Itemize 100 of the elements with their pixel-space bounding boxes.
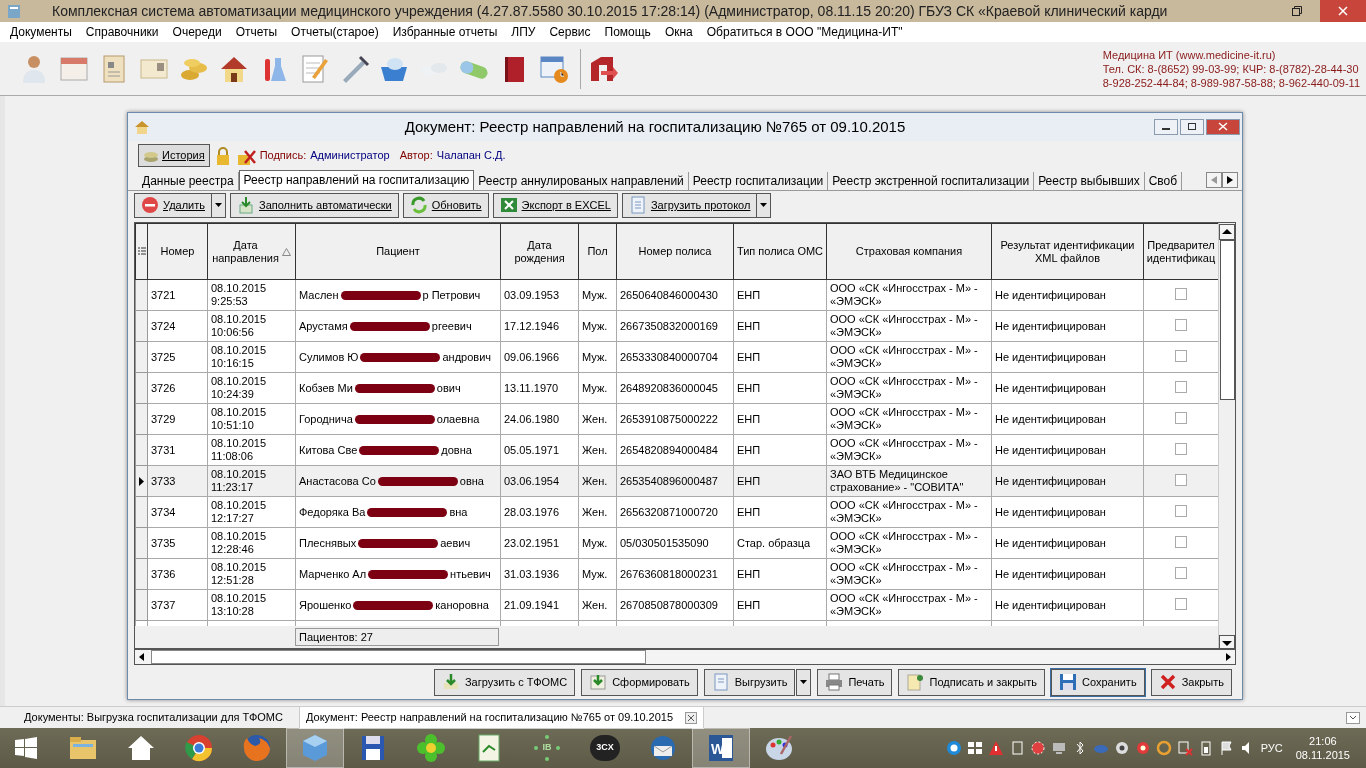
action-button[interactable]: Сохранить	[1050, 668, 1145, 696]
checkbox[interactable]	[1175, 535, 1187, 548]
menu-item[interactable]: Очереди	[165, 23, 229, 41]
language-indicator[interactable]: РУС	[1260, 739, 1283, 757]
sort-icon[interactable]	[282, 248, 291, 257]
action-button[interactable]: Печать	[817, 668, 893, 696]
action-button[interactable]: Сформировать	[581, 668, 698, 696]
windows-icon[interactable]	[966, 740, 983, 756]
monitor-icon[interactable]	[1050, 740, 1067, 756]
tab[interactable]: Реестр госпитализации	[688, 171, 829, 190]
column-header[interactable]: Пациент	[295, 223, 501, 280]
flag-icon[interactable]	[1218, 740, 1235, 756]
menu-item[interactable]: Отчеты	[228, 23, 285, 41]
menu-item[interactable]: Обратиться в ООО "Медицина-ИТ"	[699, 23, 910, 41]
menu-item[interactable]: Отчеты(старое)	[284, 23, 386, 41]
warning-icon[interactable]	[987, 740, 1004, 756]
column-header[interactable]: Тип полиса ОМС	[733, 223, 827, 280]
row-marker[interactable]	[135, 279, 148, 311]
tab[interactable]: Реестр аннулированых направлений	[474, 171, 689, 190]
menu-item[interactable]: Сервис	[542, 23, 598, 41]
dropdown-button[interactable]	[756, 192, 772, 218]
action-button[interactable]: Подписать и закрыть	[898, 668, 1045, 696]
action-button[interactable]: Выгрузить	[703, 668, 796, 696]
menu-item[interactable]: ЛПУ	[504, 23, 543, 41]
caret-icon	[760, 203, 768, 208]
checkbox[interactable]	[1175, 473, 1187, 486]
download-icon	[441, 673, 460, 692]
row-marker[interactable]	[135, 465, 148, 497]
maximize-icon	[1187, 122, 1197, 132]
tab[interactable]: Реестр экстренной госпитализации	[828, 171, 1035, 190]
checkbox[interactable]	[1175, 411, 1187, 424]
scrollbar-thumb[interactable]	[1220, 240, 1235, 401]
checkbox[interactable]	[1175, 287, 1187, 300]
action-button[interactable]: Экспорт в EXCEL	[492, 192, 618, 218]
checkbox[interactable]	[1175, 318, 1187, 331]
window-tab[interactable]: Документы: Выгрузка госпитализации для ТФОМС	[18, 707, 289, 728]
column-header[interactable]: Страховая компания	[826, 223, 992, 280]
column-chooser-icon[interactable]	[137, 247, 146, 258]
circle-icon[interactable]	[1155, 740, 1172, 756]
maximize-button[interactable]	[1180, 118, 1204, 135]
patient-name: Городнича	[299, 412, 353, 425]
globe-icon[interactable]	[945, 740, 962, 756]
row-marker[interactable]	[135, 341, 148, 373]
window-tab[interactable]: Документ: Реестр направлений на госпитализацию №765 от 09.10.2015	[298, 706, 705, 729]
menu-item[interactable]: Помощь	[597, 23, 658, 41]
windows-icon[interactable]	[14, 736, 38, 760]
row-marker[interactable]	[135, 310, 148, 342]
dropdown-button[interactable]	[796, 668, 812, 696]
menu-item[interactable]: Справочники	[78, 23, 166, 41]
menu-item[interactable]: Документы	[3, 23, 79, 41]
network-icon[interactable]	[1176, 740, 1193, 756]
menu-item[interactable]: Избранные отчеты	[385, 23, 505, 41]
close-icon[interactable]	[685, 712, 698, 725]
row-marker[interactable]	[135, 372, 148, 404]
row-marker[interactable]	[135, 527, 148, 559]
action-button[interactable]: Закрыть	[1150, 668, 1232, 696]
tab[interactable]: Реестр направлений на госпитализацию	[238, 169, 475, 190]
checkbox[interactable]	[1175, 349, 1187, 362]
row-marker[interactable]	[135, 589, 148, 621]
expand-icon[interactable]	[1346, 711, 1360, 724]
checkbox[interactable]	[1175, 566, 1187, 579]
checkbox[interactable]	[1175, 380, 1187, 393]
patient-name: аевич	[440, 536, 471, 549]
tab[interactable]: Данные реестра	[138, 171, 239, 190]
menu-item[interactable]: Окна	[657, 23, 700, 41]
taskbar-button[interactable]: 3CX	[576, 728, 634, 768]
scroll-up-icon[interactable]	[1219, 224, 1235, 241]
column-header[interactable]: Результат идентификации XML файлов	[991, 223, 1144, 280]
ball-icon[interactable]	[1113, 740, 1130, 756]
action-button[interactable]: Загрузить с ТФОМС	[433, 668, 576, 696]
column-header[interactable]: Номер	[147, 223, 208, 280]
column-header[interactable]: Номер полиса	[616, 223, 734, 280]
action-button[interactable]: Обновить	[402, 192, 489, 218]
column-header[interactable]: Дата рождения	[500, 223, 579, 280]
scrollbar-thumb[interactable]	[151, 650, 646, 665]
action-button[interactable]: Заполнить автоматически	[230, 192, 399, 218]
row-marker[interactable]	[135, 434, 148, 466]
tab[interactable]: Своб	[1144, 171, 1183, 190]
action-button[interactable]: Загрузить протокол	[621, 192, 758, 218]
clock[interactable]: 21:06 08.11.2015	[1287, 734, 1358, 762]
row-marker[interactable]	[135, 496, 148, 528]
tab[interactable]: Реестр выбывших	[1034, 171, 1145, 190]
scroll-right-button[interactable]	[1222, 171, 1238, 188]
checkbox[interactable]	[1175, 442, 1187, 455]
history-button[interactable]: История	[138, 144, 210, 167]
table-cell: 05.05.1971	[500, 434, 579, 466]
scroll-down-icon[interactable]	[1219, 635, 1235, 649]
column-header[interactable]: Предварител идентификац	[1143, 223, 1219, 280]
taskbar-button[interactable]: IB	[518, 728, 576, 768]
window-title: Документ: Реестр направлений на госпитализацию №765 от 09.10.2015	[403, 116, 907, 137]
close-button[interactable]	[1206, 118, 1240, 135]
row-marker[interactable]	[135, 558, 148, 590]
checkbox[interactable]	[1175, 504, 1187, 517]
minimize-button[interactable]	[1154, 118, 1178, 135]
dropdown-button[interactable]	[211, 192, 226, 218]
column-header[interactable]: Пол	[578, 223, 617, 280]
flower-icon[interactable]	[1134, 740, 1151, 756]
row-marker[interactable]	[135, 403, 148, 435]
action-button[interactable]: Удалить	[134, 192, 212, 218]
checkbox[interactable]	[1175, 597, 1187, 610]
